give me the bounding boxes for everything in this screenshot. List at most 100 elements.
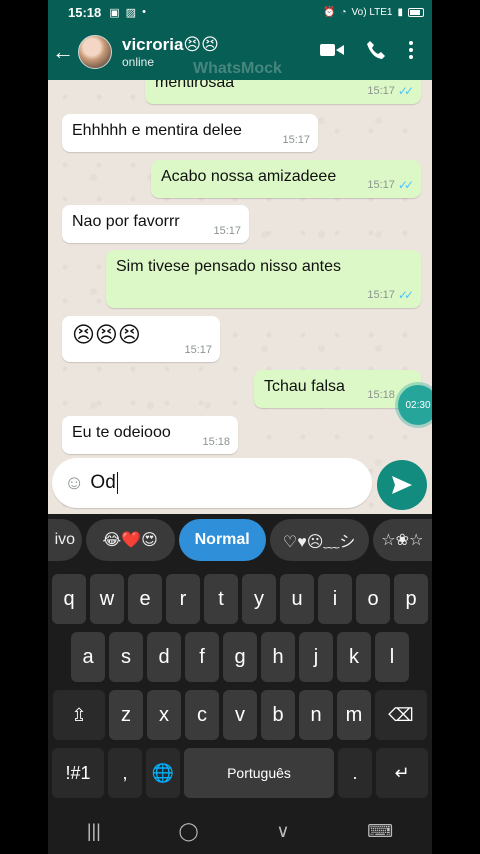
suggestion-chip[interactable]: 😂❤️😍 [85,519,175,561]
key-c[interactable]: c [185,690,219,740]
composer-bar: ☺ Od [48,450,432,514]
suggestion-strip: ivo 😂❤️😍 Normal ♡♥☹︎﹏シ ☆❀☆ [48,514,432,566]
message-bubble[interactable]: Tchau falsa 15:18✓✓ [254,370,421,408]
period-key[interactable]: . [338,748,372,798]
key-h[interactable]: h [261,632,295,682]
send-button[interactable] [377,460,427,510]
home-icon[interactable]: ◯ [179,821,199,842]
key-d[interactable]: d [147,632,181,682]
suggestion-chip[interactable]: ☆❀☆ [372,519,432,561]
message-text: Tchau falsa [264,378,345,395]
message-bubble[interactable]: Eu te odeiooo 15:18 [62,416,238,454]
key-x[interactable]: x [147,690,181,740]
message-text: Sim tivese pensado nisso antes [116,258,342,275]
space-key[interactable]: Português [184,748,334,798]
header-actions [320,40,432,65]
key-g[interactable]: g [223,632,257,682]
key-f[interactable]: f [185,632,219,682]
message-meta: 15:17 [184,344,212,356]
back-arrow-icon[interactable]: ← [48,24,78,80]
emoji-icon[interactable]: ☺ [64,472,84,495]
notification-icon: ▣ [109,6,120,19]
avatar[interactable] [78,35,112,69]
wifi-icon: ◔ [340,6,347,18]
message-bubble[interactable]: 😣😣😣 15:17 [62,316,220,362]
globe-key[interactable]: 🌐 [146,748,180,798]
key-e[interactable]: e [128,574,162,624]
image-icon: ▨ [125,6,137,19]
message-time: 15:17 [367,289,395,301]
watermark: WhatsMock [193,60,282,77]
recents-icon[interactable]: ||| [87,821,101,842]
key-m[interactable]: m [337,690,371,740]
message-time: 15:17 [367,179,395,191]
key-w[interactable]: w [90,574,124,624]
message-meta: 15:17 ✓✓ [367,84,414,98]
system-nav-bar: ||| ◯ ∨ ⌨ [48,808,432,854]
message-text: Ehhhhh e mentira delee [72,122,242,139]
keyboard-switch-icon[interactable]: ⌨ [367,821,393,842]
message-meta: 15:17 [282,134,310,146]
key-j[interactable]: j [299,632,333,682]
message-time: 15:17 [184,344,212,356]
key-a[interactable]: a [71,632,105,682]
key-o[interactable]: o [356,574,390,624]
read-ticks-icon: ✓✓ [397,178,414,192]
message-input-value: Od [90,472,116,493]
shift-key[interactable]: ⇫ [53,690,105,740]
status-bar: 15:18 ▣ ▨ • ⏰ ◔ Vo) LTE1 ▮ [48,0,432,24]
message-time: 15:17 [367,85,395,97]
message-meta: 15:17 ✓✓ [367,178,414,192]
key-z[interactable]: z [109,690,143,740]
read-ticks-icon: ✓✓ [397,288,414,302]
message-input[interactable]: ☺ Od [52,458,372,508]
backspace-key[interactable]: ⌫ [375,690,427,740]
read-ticks-icon: ✓✓ [397,84,414,98]
message-text: Acabo nossa amizadeee [161,168,337,185]
key-r[interactable]: r [166,574,200,624]
symbols-key[interactable]: !#1 [52,748,104,798]
message-text: Nao por favorrr [72,213,180,230]
key-row-4: !#1 , 🌐 Português . ↵ [48,748,432,798]
send-icon [392,476,412,494]
phone-icon[interactable] [366,40,386,65]
key-v[interactable]: v [223,690,257,740]
signal-icon: ▮ [397,6,403,18]
message-bubble[interactable]: Ehhhhh e mentira delee 15:17 [62,114,318,152]
text-caret [116,472,118,494]
video-call-icon[interactable] [320,42,344,63]
suggestion-chip-active[interactable]: Normal [178,519,266,561]
recording-timer[interactable]: 02:30 [398,385,432,425]
keyboard: ivo 😂❤️😍 Normal ♡♥☹︎﹏シ ☆❀☆ q w e r t y u… [48,514,432,808]
dot-icon: • [142,6,146,18]
alarm-icon: ⏰ [323,6,336,18]
key-q[interactable]: q [52,574,86,624]
comma-key[interactable]: , [108,748,142,798]
message-text: mentirosaa [155,80,235,91]
key-t[interactable]: t [204,574,238,624]
key-n[interactable]: n [299,690,333,740]
key-s[interactable]: s [109,632,143,682]
back-nav-icon[interactable]: ∨ [276,821,289,842]
key-i[interactable]: i [318,574,352,624]
battery-icon [408,7,424,17]
key-y[interactable]: y [242,574,276,624]
enter-key[interactable]: ↵ [376,748,428,798]
key-row-2: a s d f g h j k l [48,632,432,682]
signal-text: Vo) LTE1 [351,6,393,18]
message-bubble[interactable]: Nao por favorrr 15:17 [62,205,249,243]
message-bubble[interactable]: Sim tivese pensado nisso antes 15:17 ✓✓ [106,250,421,308]
chat-area[interactable]: mentirosaa 15:17 ✓✓ Ehhhhh e mentira dele… [48,80,432,514]
suggestion-chip[interactable]: ♡♥☹︎﹏シ [269,519,369,561]
message-bubble[interactable]: Acabo nossa amizadeee 15:17 ✓✓ [151,160,421,198]
key-l[interactable]: l [375,632,409,682]
more-options-icon[interactable] [408,40,414,65]
message-bubble[interactable]: mentirosaa 15:17 ✓✓ [145,80,421,104]
message-meta: 15:18 [202,436,230,448]
suggestion-chip[interactable]: ivo [48,519,82,561]
key-k[interactable]: k [337,632,371,682]
message-text: Eu te odeiooo [72,424,171,441]
key-p[interactable]: p [394,574,428,624]
key-b[interactable]: b [261,690,295,740]
key-u[interactable]: u [280,574,314,624]
